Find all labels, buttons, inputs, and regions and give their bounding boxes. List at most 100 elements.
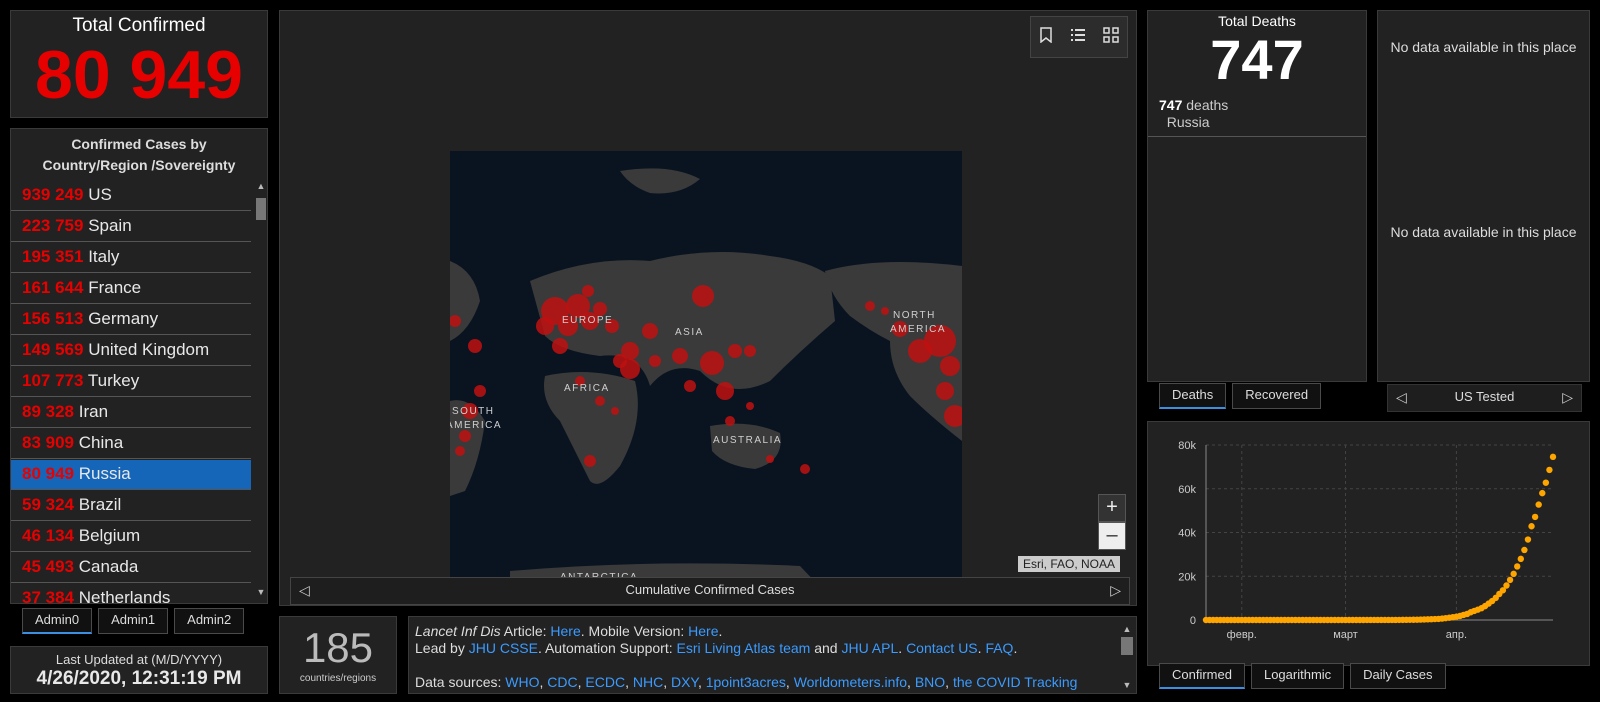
country-list-panel: Confirmed Cases by Country/Region /Sover…: [10, 128, 268, 604]
admin-tabs: Admin0 Admin1 Admin2: [22, 608, 245, 634]
bookmark-icon[interactable]: [1039, 26, 1053, 48]
data-point: [1535, 501, 1542, 508]
country-row[interactable]: 939 249 US: [11, 181, 251, 211]
data-point: [1542, 479, 1550, 486]
map-label-america-s: AMERICA: [450, 420, 502, 431]
total-confirmed-panel: Total Confirmed 80 949: [10, 10, 268, 118]
country-row[interactable]: 80 949 Russia: [11, 460, 251, 490]
map-nav-title: Cumulative Confirmed Cases: [625, 582, 795, 597]
info-scrollbar[interactable]: ▲ ▼: [1120, 621, 1134, 691]
zoom-in-button[interactable]: +: [1098, 494, 1126, 522]
total-deaths-panel: Total Deaths 747 747 deaths Russia: [1147, 10, 1367, 382]
data-source-link[interactable]: Worldometers.info: [794, 674, 907, 690]
info-panel: Lancet Inf Dis Article: Here. Mobile Ver…: [408, 616, 1137, 694]
country-name: US: [88, 185, 112, 204]
country-name: France: [88, 278, 142, 297]
country-row[interactable]: 156 513 Germany: [11, 305, 251, 335]
tab-recovered[interactable]: Recovered: [1232, 383, 1322, 409]
data-source-link[interactable]: the COVID Tracking: [953, 674, 1078, 690]
tab-confirmed[interactable]: Confirmed: [1159, 663, 1245, 689]
country-row[interactable]: 46 134 Belgium: [11, 522, 251, 552]
country-name: United Kingdom: [88, 340, 210, 359]
chevron-right-icon[interactable]: ▷: [1110, 578, 1121, 602]
data-source-link[interactable]: NHC: [633, 674, 663, 690]
deaths-detail: 747 deaths Russia: [1148, 97, 1366, 131]
tab-logarithmic[interactable]: Logarithmic: [1250, 663, 1345, 689]
country-count: 59 324: [22, 495, 74, 514]
tab-admin1[interactable]: Admin1: [98, 608, 169, 634]
country-row[interactable]: 107 773 Turkey: [11, 367, 251, 397]
country-count: 80 949: [22, 464, 74, 483]
country-name: Brazil: [78, 495, 122, 514]
data-point: [1521, 546, 1528, 554]
data-source-link[interactable]: BNO: [915, 674, 945, 690]
country-name: Russia: [78, 464, 131, 483]
map-label-africa: AFRICA: [564, 383, 610, 394]
data-point: [1528, 523, 1535, 530]
esri-link[interactable]: Esri Living Atlas team: [676, 640, 810, 656]
tab-daily-cases[interactable]: Daily Cases: [1350, 663, 1446, 689]
map-label-south: SOUTH: [452, 406, 495, 417]
tab-admin2[interactable]: Admin2: [174, 608, 245, 634]
country-count-panel: 185 countries/regions: [279, 616, 397, 694]
land-masses: [450, 168, 962, 587]
chevron-left-icon[interactable]: ◁: [1396, 385, 1407, 409]
data-source-link[interactable]: CDC: [547, 674, 577, 690]
chevron-right-icon[interactable]: ▷: [1562, 385, 1573, 409]
chevron-left-icon[interactable]: ◁: [299, 578, 310, 602]
country-row[interactable]: 59 324 Brazil: [11, 491, 251, 521]
scroll-up-icon[interactable]: ▲: [254, 181, 267, 191]
list-icon[interactable]: [1070, 27, 1086, 48]
jhu-apl-link[interactable]: JHU APL: [841, 640, 898, 656]
world-map[interactable]: EUROPE ASIA AFRICA SOUTH AMERICA NORTH A…: [450, 151, 962, 587]
country-count: 939 249: [22, 185, 84, 204]
country-count-value: 185: [302, 624, 374, 671]
no-data-message-1: No data available in this place: [1390, 39, 1577, 55]
total-deaths-title: Total Deaths: [1218, 13, 1296, 29]
y-tick-label: 0: [1190, 615, 1196, 627]
info-text: and: [810, 640, 842, 656]
contact-link[interactable]: Contact US: [906, 640, 978, 656]
info-text: Lead by: [415, 640, 469, 656]
data-source-link[interactable]: 1point3acres: [706, 674, 786, 690]
country-count: 46 134: [22, 526, 74, 545]
zoom-controls: + –: [1098, 494, 1126, 550]
country-count: 107 773: [22, 371, 84, 390]
country-row[interactable]: 45 493 Canada: [11, 553, 251, 583]
tab-admin0[interactable]: Admin0: [22, 608, 93, 634]
country-row[interactable]: 149 569 United Kingdom: [11, 336, 251, 366]
data-point: [1524, 536, 1532, 543]
country-name: Canada: [78, 557, 139, 576]
mobile-link[interactable]: Here: [688, 623, 718, 639]
jhu-csse-link[interactable]: JHU CSSE: [469, 640, 538, 656]
country-row[interactable]: 37 384 Netherlands: [11, 584, 251, 603]
country-row[interactable]: 89 328 Iran: [11, 398, 251, 428]
scroll-up-icon[interactable]: ▲: [1120, 621, 1134, 638]
zoom-out-button[interactable]: –: [1098, 522, 1126, 550]
map-nav-bar: ◁ Cumulative Confirmed Cases ▷: [290, 577, 1130, 605]
country-list-scrollbar[interactable]: ▲ ▼: [254, 181, 267, 601]
x-tick-label: февр.: [1227, 629, 1257, 641]
country-count: 83 909: [22, 433, 74, 452]
scrollbar-thumb[interactable]: [256, 198, 266, 220]
scroll-down-icon[interactable]: ▼: [1120, 677, 1134, 694]
map-attribution: Esri, FAO, NOAA: [1018, 556, 1121, 572]
country-row[interactable]: 223 759 Spain: [11, 212, 251, 242]
article-link[interactable]: Here: [550, 623, 580, 639]
data-source-link[interactable]: ECDC: [585, 674, 625, 690]
country-count: 156 513: [22, 309, 84, 328]
tab-deaths[interactable]: Deaths: [1159, 383, 1227, 409]
scroll-down-icon[interactable]: ▼: [254, 587, 267, 597]
data-sources-label: Data sources:: [415, 674, 506, 690]
total-confirmed-title: Total Confirmed: [72, 15, 206, 36]
scrollbar-thumb[interactable]: [1121, 637, 1133, 655]
country-row[interactable]: 195 351 Italy: [11, 243, 251, 273]
data-source-link[interactable]: WHO: [505, 674, 539, 690]
country-count: 223 759: [22, 216, 84, 235]
faq-link[interactable]: FAQ: [985, 640, 1013, 656]
country-row[interactable]: 161 644 France: [11, 274, 251, 304]
country-row[interactable]: 83 909 China: [11, 429, 251, 459]
map-label-america-n: AMERICA: [890, 324, 946, 335]
qr-icon[interactable]: [1102, 26, 1119, 48]
data-source-link[interactable]: DXY: [671, 674, 698, 690]
